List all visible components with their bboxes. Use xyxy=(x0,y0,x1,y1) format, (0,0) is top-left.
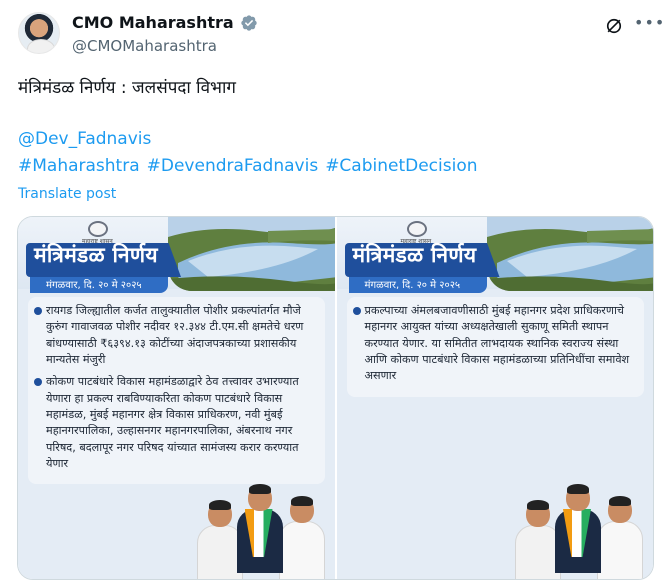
post-header: CMO Maharashtra @CMOMaharashtra ••• xyxy=(0,0,668,64)
leader-figure xyxy=(278,496,325,579)
government-seal-icon xyxy=(406,221,427,237)
verified-badge-icon xyxy=(241,14,257,31)
decision-bullet: प्रकल्पाच्या अंमलबजावणीसाठी मुंबई महानगर… xyxy=(352,303,638,385)
author-name-row: CMO Maharashtra xyxy=(72,13,258,32)
grok-icon[interactable] xyxy=(604,16,624,36)
card-title: मंत्रिमंडळ निर्णय xyxy=(352,242,477,267)
author-handle[interactable]: @CMOMaharashtra xyxy=(72,37,217,55)
author-avatar[interactable] xyxy=(18,12,60,54)
mention-link[interactable]: @Dev_Fadnavis xyxy=(18,129,151,149)
post-text: मंत्रिमंडळ निर्णय : जलसंपदा विभाग xyxy=(18,78,236,98)
leader-figure xyxy=(597,496,643,579)
bullet-icon xyxy=(352,307,361,315)
bullet-text: कोकण पाटबंधारे विकास महामंडळाद्वारे ठेव … xyxy=(46,375,299,471)
bullet-icon xyxy=(34,307,42,315)
leaders-photo xyxy=(513,484,645,579)
leaders-photo xyxy=(195,484,327,579)
dam-reservoir-image xyxy=(486,217,653,291)
leader-figure xyxy=(555,484,601,579)
hashtag-link[interactable]: #Maharashtra xyxy=(18,156,140,176)
media-image-2[interactable]: महाराष्ट्र शासन मंत्रिमंडळ निर्णय मंगळवा… xyxy=(336,217,653,579)
hashtag-link[interactable]: #DevendraFadnavis xyxy=(147,156,319,176)
decision-content: प्रकल्पाच्या अंमलबजावणीसाठी मुंबई महानगर… xyxy=(346,297,644,397)
hashtag-list: #Maharashtra #DevendraFadnavis #CabinetD… xyxy=(18,156,478,176)
leader-figure xyxy=(236,484,283,579)
hashtag-link[interactable]: #CabinetDecision xyxy=(325,156,477,176)
media-image-1[interactable]: महाराष्ट्र शासन मंत्रिमंडळ निर्णय मंगळवा… xyxy=(18,217,335,579)
card-title: मंत्रिमंडळ निर्णय xyxy=(34,242,158,267)
card-date: मंगळवार, दि. २० मे २०२५ xyxy=(364,280,461,291)
decision-content: रायगड जिल्ह्यातील कर्जत तालुक्यातील पोशी… xyxy=(28,297,325,485)
media-gallery: महाराष्ट्र शासन मंत्रिमंडळ निर्णय मंगळवा… xyxy=(17,216,654,580)
author-display-name[interactable]: CMO Maharashtra xyxy=(72,13,234,32)
more-options-icon[interactable]: ••• xyxy=(634,12,664,34)
bullet-text: प्रकल्पाच्या अंमलबजावणीसाठी मुंबई महानगर… xyxy=(364,304,630,383)
bullet-icon xyxy=(34,378,42,387)
card-date: मंगळवार, दि. २० मे २०२५ xyxy=(46,280,142,291)
translate-post-link[interactable]: Translate post xyxy=(18,186,116,202)
government-seal-icon xyxy=(88,221,108,237)
dam-reservoir-image xyxy=(168,217,335,291)
bullet-text: रायगड जिल्ह्यातील कर्जत तालुक्यातील पोशी… xyxy=(46,304,304,367)
decision-bullet: कोकण पाटबंधारे विकास महामंडळाद्वारे ठेव … xyxy=(34,374,319,472)
decision-bullet: रायगड जिल्ह्यातील कर्जत तालुक्यातील पोशी… xyxy=(34,303,319,368)
